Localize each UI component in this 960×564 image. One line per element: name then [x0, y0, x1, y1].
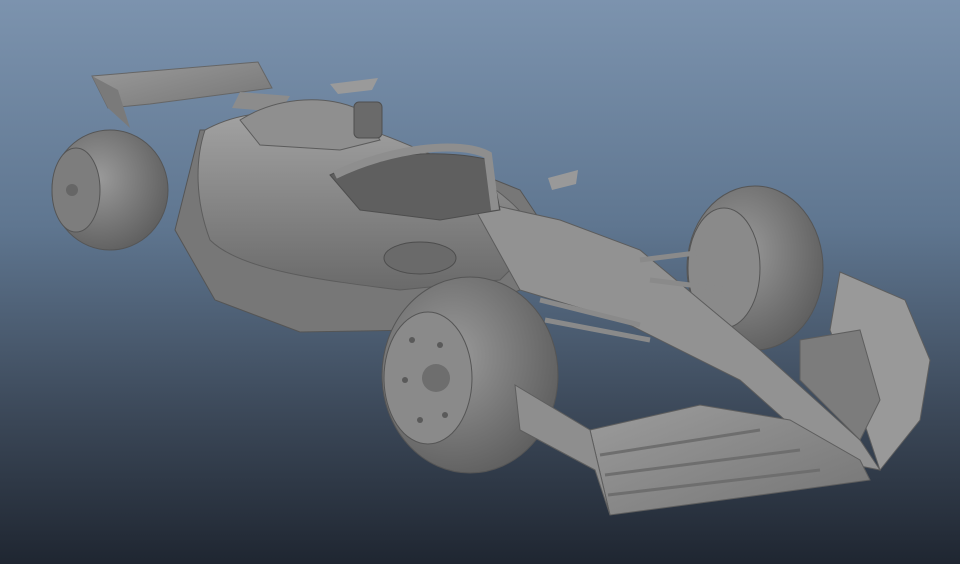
3d-viewport[interactable] — [0, 0, 960, 564]
front-left-tire — [381, 276, 559, 474]
rear-left-tire — [51, 129, 169, 251]
f1-car-model[interactable] — [0, 0, 960, 564]
